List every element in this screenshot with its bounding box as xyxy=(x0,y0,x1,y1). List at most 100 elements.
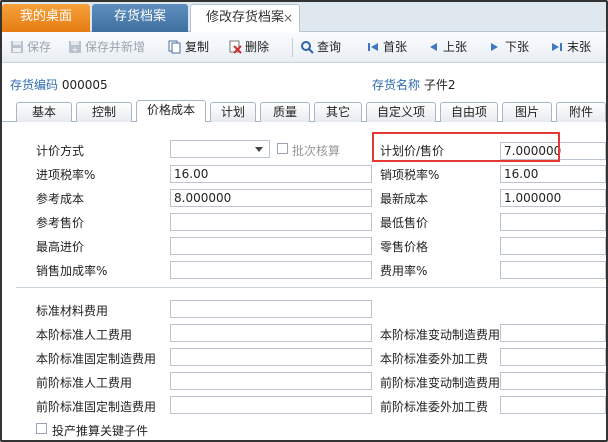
tab-edit-inventory-archive[interactable]: 修改存货档案 × xyxy=(190,4,300,32)
delete-icon xyxy=(229,40,242,54)
input-tax-input[interactable]: 16.00 xyxy=(170,165,372,183)
pricing-method-select[interactable] xyxy=(170,140,270,158)
std-material-input[interactable] xyxy=(170,300,372,318)
tab-free-items[interactable]: 自由项 xyxy=(440,102,498,122)
save-new-icon: + xyxy=(69,41,81,54)
toolbar-separator xyxy=(292,38,293,57)
prev-var-mfg-input[interactable] xyxy=(500,372,606,390)
section-divider xyxy=(16,287,606,288)
this-var-mfg-input[interactable] xyxy=(500,324,606,342)
chevron-down-icon xyxy=(255,147,263,152)
save-and-new-label: 保存并新增 xyxy=(85,40,146,54)
first-record-label: 首张 xyxy=(383,40,408,54)
copy-label: 复制 xyxy=(185,40,210,54)
highlight-box xyxy=(372,132,560,162)
tab-images[interactable]: 图片 xyxy=(502,102,552,122)
key-child-checkbox[interactable] xyxy=(36,423,47,434)
ref-cost-input[interactable]: 8.000000 xyxy=(170,189,372,207)
retail-price-label: 零售价格 xyxy=(380,240,429,254)
latest-cost-label: 最新成本 xyxy=(380,192,429,206)
min-price-input[interactable] xyxy=(500,213,606,231)
this-fixed-mfg-label: 本阶标准固定制造费用 xyxy=(36,352,157,366)
tab-basic[interactable]: 基本 xyxy=(16,102,72,122)
copy-button[interactable]: 复制 xyxy=(168,37,209,57)
save-label: 保存 xyxy=(27,40,52,54)
this-fixed-mfg-input[interactable] xyxy=(170,348,372,366)
prev-record-button[interactable]: 上张 xyxy=(426,37,467,57)
tab-quality[interactable]: 质量 xyxy=(260,102,310,122)
batch-check-label: 批次核算 xyxy=(292,144,341,158)
delete-label: 删除 xyxy=(245,40,270,54)
prev-var-mfg-label: 前阶标准变动制造费用 xyxy=(380,376,501,390)
tab-custom-items[interactable]: 自定义项 xyxy=(366,102,436,122)
input-tax-label: 进项税率% xyxy=(36,168,96,182)
std-material-label: 标准材料费用 xyxy=(36,304,109,318)
save-and-new-button[interactable]: + 保存并新增 xyxy=(68,37,145,57)
query-label: 查询 xyxy=(317,40,342,54)
svg-text:+: + xyxy=(72,45,79,54)
query-button[interactable]: 查询 xyxy=(300,37,341,57)
prev-labor-label: 前阶标准人工费用 xyxy=(36,376,133,390)
sales-markup-input[interactable] xyxy=(170,261,372,279)
prev-fixed-mfg-input[interactable] xyxy=(170,396,372,414)
min-price-label: 最低售价 xyxy=(380,216,429,230)
save-button[interactable]: 保存 xyxy=(10,37,51,57)
last-record-label: 末张 xyxy=(567,40,592,54)
tab-price-cost[interactable]: 价格成本 xyxy=(136,100,206,122)
pricing-method-label: 计价方式 xyxy=(36,144,85,158)
prev-outsource-label: 前阶标准委外加工费 xyxy=(380,400,489,414)
latest-cost-input[interactable]: 1.000000 xyxy=(500,189,606,207)
copy-icon xyxy=(168,40,181,54)
window-tab-bar: 我的桌面 存货档案 修改存货档案 × xyxy=(2,2,606,32)
prev-record-icon xyxy=(430,43,437,51)
ref-price-input[interactable] xyxy=(170,213,372,231)
last-record-button[interactable]: 末张 xyxy=(550,37,591,57)
next-record-icon xyxy=(491,43,498,51)
detail-tab-strip: 基本 控制 价格成本 计划 质量 其它 自定义项 自由项 图片 附件 xyxy=(2,100,606,122)
ref-cost-label: 参考成本 xyxy=(36,192,85,206)
inventory-name-value: 子件2 xyxy=(423,78,456,92)
this-labor-label: 本阶标准人工费用 xyxy=(36,328,133,342)
this-var-mfg-label: 本阶标准变动制造费用 xyxy=(380,328,501,342)
sales-markup-label: 销售加成率% xyxy=(36,264,108,278)
tab-plan[interactable]: 计划 xyxy=(210,102,256,122)
tab-attachments[interactable]: 附件 xyxy=(556,102,606,122)
key-child-label: 投产推算关键子件 xyxy=(52,424,149,438)
expense-rate-label: 费用率% xyxy=(380,264,428,278)
inventory-name-label: 存货名称 xyxy=(372,78,421,92)
prev-record-label: 上张 xyxy=(443,40,468,54)
search-icon xyxy=(301,41,314,54)
tab-my-desktop[interactable]: 我的桌面 xyxy=(2,4,90,32)
first-record-icon xyxy=(368,43,378,51)
floppy-disk-icon xyxy=(11,41,23,53)
tab-edit-label: 修改存货档案 xyxy=(205,10,284,25)
expense-rate-input[interactable] xyxy=(500,261,606,279)
inventory-code: 存货编码 000005 xyxy=(10,76,108,93)
inventory-code-value: 000005 xyxy=(61,78,108,92)
prev-outsource-input[interactable] xyxy=(500,396,606,414)
last-record-icon xyxy=(552,43,562,51)
toolbar: 保存 + 保存并新增 复制 删除 查询 首张 上张 下张 末张 xyxy=(2,32,606,63)
max-purchase-input[interactable] xyxy=(170,237,372,255)
inventory-code-label: 存货编码 xyxy=(10,78,59,92)
inventory-name: 存货名称 子件2 xyxy=(372,76,455,93)
max-purchase-label: 最高进价 xyxy=(36,240,85,254)
this-outsource-input[interactable] xyxy=(500,348,606,366)
output-tax-input[interactable]: 16.00 xyxy=(500,165,606,183)
this-outsource-label: 本阶标准委外加工费 xyxy=(380,352,489,366)
this-labor-input[interactable] xyxy=(170,324,372,342)
tab-control[interactable]: 控制 xyxy=(76,102,132,122)
batch-check-checkbox[interactable] xyxy=(277,143,288,154)
tab-inventory-archive[interactable]: 存货档案 xyxy=(92,4,188,32)
retail-price-input[interactable] xyxy=(500,237,606,255)
close-icon[interactable]: × xyxy=(283,5,293,31)
output-tax-label: 销项税率% xyxy=(380,168,440,182)
first-record-button[interactable]: 首张 xyxy=(366,37,407,57)
ref-price-label: 参考售价 xyxy=(36,216,85,230)
prev-labor-input[interactable] xyxy=(170,372,372,390)
prev-fixed-mfg-label: 前阶标准固定制造费用 xyxy=(36,400,157,414)
next-record-label: 下张 xyxy=(505,40,530,54)
delete-button[interactable]: 删除 xyxy=(228,37,269,57)
next-record-button[interactable]: 下张 xyxy=(488,37,529,57)
tab-other[interactable]: 其它 xyxy=(314,102,362,122)
